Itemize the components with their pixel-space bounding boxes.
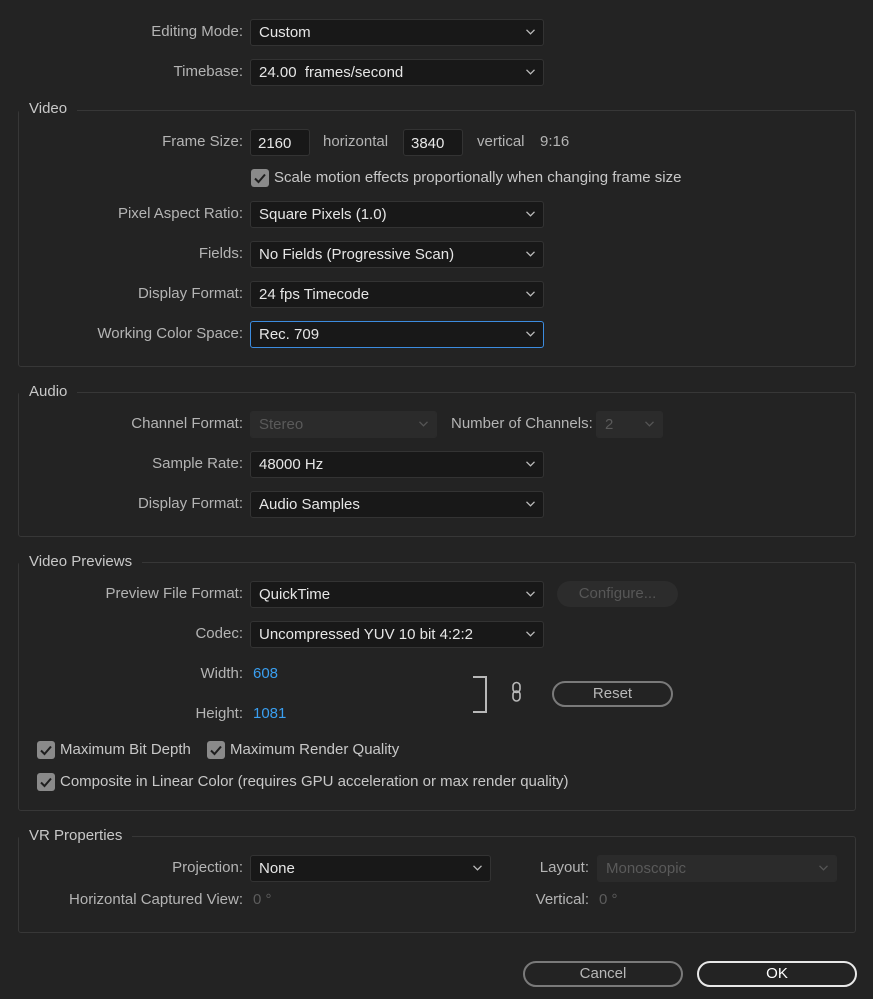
codec-label: Codec:	[195, 625, 243, 642]
checkmark-icon	[40, 745, 52, 756]
preview-file-format-select[interactable]: QuickTime	[250, 581, 544, 608]
timebase-select[interactable]: 24.00 frames/second	[250, 59, 544, 86]
number-of-channels-select: 2	[596, 411, 663, 438]
channel-format-value: Stereo	[259, 416, 304, 433]
working-color-space-value: Rec. 709	[259, 326, 320, 343]
scale-motion-checkbox[interactable]	[251, 169, 269, 187]
editing-mode-select[interactable]: Custom	[250, 19, 544, 46]
preview-file-format-label: Preview File Format:	[105, 585, 243, 602]
projection-select[interactable]: None	[250, 855, 491, 882]
vertical-label: vertical	[477, 133, 525, 150]
chevron-down-icon	[419, 421, 428, 427]
sample-rate-label: Sample Rate:	[152, 455, 243, 472]
cancel-button[interactable]: Cancel	[523, 961, 683, 987]
frame-width-input[interactable]: 2160	[250, 129, 310, 156]
chevron-down-icon	[526, 251, 535, 257]
preview-width-value[interactable]: 608	[253, 664, 278, 684]
chevron-down-icon	[526, 461, 535, 467]
working-color-space-label: Working Color Space:	[97, 325, 243, 342]
scale-motion-label: Scale motion effects proportionally when…	[274, 169, 682, 186]
sample-rate-value: 48000 Hz	[259, 456, 324, 473]
chevron-down-icon	[526, 591, 535, 597]
sample-rate-select[interactable]: 48000 Hz	[250, 451, 544, 478]
chevron-down-icon	[526, 291, 535, 297]
pixel-aspect-ratio-value: Square Pixels (1.0)	[259, 206, 387, 223]
chevron-down-icon	[819, 865, 828, 871]
fields-select[interactable]: No Fields (Progressive Scan)	[250, 241, 544, 268]
layout-select: Monoscopic	[597, 855, 837, 882]
link-chain-icon[interactable]	[510, 681, 524, 703]
ok-button[interactable]: OK	[697, 961, 857, 987]
vr-properties-section-title: VR Properties	[19, 826, 133, 846]
max-bit-depth-checkbox[interactable]	[37, 741, 55, 759]
audio-display-format-label: Display Format:	[137, 495, 243, 512]
audio-display-format-value: Audio Samples	[259, 496, 360, 513]
chevron-down-icon	[526, 331, 535, 337]
number-of-channels-label: Number of Channels:	[451, 415, 593, 432]
pixel-aspect-ratio-select[interactable]: Square Pixels (1.0)	[250, 201, 544, 228]
vertical-value: 0 °	[599, 891, 618, 908]
preview-file-format-value: QuickTime	[259, 586, 331, 603]
preview-height-label: Height:	[195, 705, 243, 722]
chevron-down-icon	[526, 29, 535, 35]
checkmark-icon	[40, 777, 52, 788]
checkmark-icon	[210, 745, 222, 756]
vertical-label: Vertical:	[535, 891, 589, 908]
number-of-channels-value: 2	[605, 416, 614, 433]
aspect-ratio-text: 9:16	[540, 133, 570, 150]
checkmark-icon	[254, 173, 266, 184]
video-previews-section-title: Video Previews	[19, 552, 143, 572]
configure-button: Configure...	[557, 581, 678, 607]
max-render-quality-label: Maximum Render Quality	[230, 741, 400, 758]
preview-width-label: Width:	[200, 665, 243, 682]
audio-display-format-select[interactable]: Audio Samples	[250, 491, 544, 518]
frame-height-input[interactable]: 3840	[403, 129, 463, 156]
vr-properties-section	[18, 836, 856, 933]
composite-linear-checkbox[interactable]	[37, 773, 55, 791]
timebase-label: Timebase:	[173, 63, 243, 80]
projection-value: None	[259, 860, 295, 877]
editing-mode-value: Custom	[259, 24, 311, 41]
fields-label: Fields:	[198, 245, 243, 262]
timebase-value: 24.00 frames/second	[259, 64, 404, 81]
chevron-down-icon	[526, 211, 535, 217]
chevron-down-icon	[526, 69, 535, 75]
link-bracket-icon	[473, 676, 487, 713]
video-display-format-select[interactable]: 24 fps Timecode	[250, 281, 544, 308]
projection-label: Projection:	[172, 859, 243, 876]
fields-value: No Fields (Progressive Scan)	[259, 246, 455, 263]
working-color-space-select[interactable]: Rec. 709	[250, 321, 544, 348]
channel-format-label: Channel Format:	[131, 415, 243, 432]
composite-linear-label: Composite in Linear Color (requires GPU …	[60, 773, 569, 790]
horizontal-captured-view-value: 0 °	[253, 891, 272, 908]
chevron-down-icon	[473, 865, 482, 871]
horizontal-captured-view-label: Horizontal Captured View:	[69, 891, 243, 908]
chevron-down-icon	[645, 421, 654, 427]
editing-mode-label: Editing Mode:	[151, 23, 243, 40]
frame-size-label: Frame Size:	[162, 133, 243, 150]
codec-select[interactable]: Uncompressed YUV 10 bit 4:2:2	[250, 621, 544, 648]
max-bit-depth-label: Maximum Bit Depth	[60, 741, 191, 758]
layout-value: Monoscopic	[606, 860, 687, 877]
video-display-format-value: 24 fps Timecode	[259, 286, 370, 303]
preview-height-value[interactable]: 1081	[253, 704, 286, 724]
audio-section-title: Audio	[19, 382, 78, 402]
reset-button[interactable]: Reset	[552, 681, 673, 707]
pixel-aspect-ratio-label: Pixel Aspect Ratio:	[117, 205, 243, 222]
chevron-down-icon	[526, 631, 535, 637]
layout-label: Layout:	[539, 859, 589, 876]
horizontal-label: horizontal	[323, 133, 389, 150]
codec-value: Uncompressed YUV 10 bit 4:2:2	[259, 626, 474, 643]
channel-format-select: Stereo	[250, 411, 437, 438]
video-section-title: Video	[19, 99, 78, 119]
video-display-format-label: Display Format:	[137, 285, 243, 302]
chevron-down-icon	[526, 501, 535, 507]
max-render-quality-checkbox[interactable]	[207, 741, 225, 759]
